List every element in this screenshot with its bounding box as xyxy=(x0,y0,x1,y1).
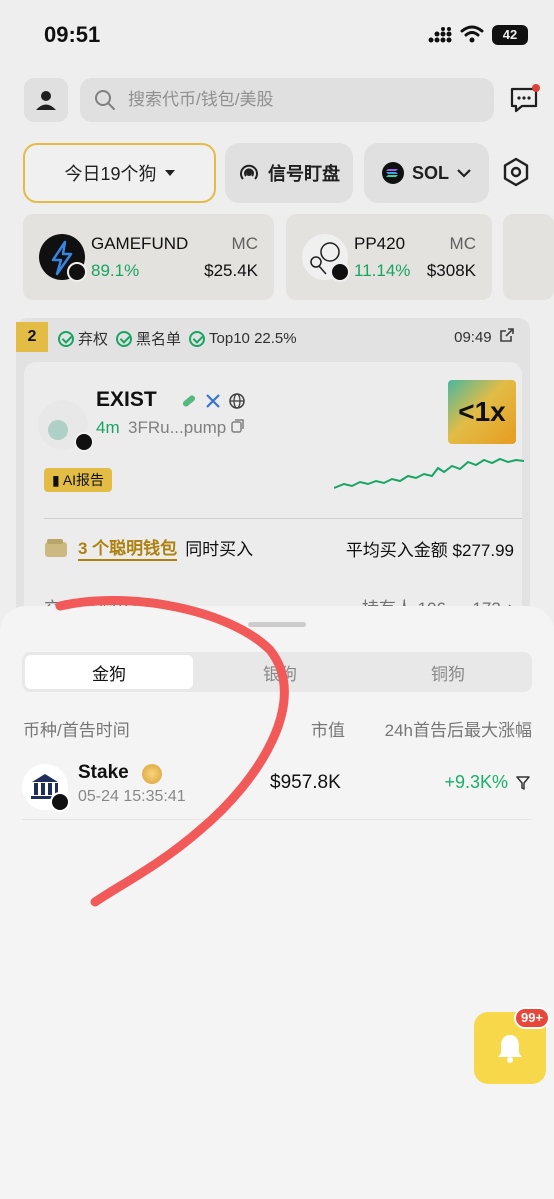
settings-icon[interactable] xyxy=(501,157,531,187)
status-time: 09:51 xyxy=(44,22,101,47)
ticker-cap: $25.4K xyxy=(204,261,258,280)
bell-icon xyxy=(498,1035,522,1063)
table-row[interactable]: Stake 05-24 15:35:41 $957.8K +9.3K% xyxy=(22,754,532,820)
message-unread-dot xyxy=(532,84,540,92)
col-market-cap: 市值 xyxy=(311,721,345,740)
safety-flags: 弃权 黑名单 Top10 22.5% xyxy=(58,328,297,349)
token-address[interactable]: 3FRu...pump xyxy=(128,418,245,438)
card-divider xyxy=(44,518,522,519)
token-card[interactable]: 2 弃权 黑名单 Top10 22.5% 09:49 EXIST 4m 3FRu… xyxy=(16,318,530,618)
check-circle-icon xyxy=(58,330,74,347)
tier-tabs: 金狗 银狗 铜狗 xyxy=(22,652,532,692)
globe-icon[interactable] xyxy=(228,392,246,410)
avg-buy-amount: 平均买入金额 $277.99 xyxy=(345,541,514,560)
daily-dogs-label: 今日19个狗 xyxy=(64,164,157,184)
filter-row: 今日19个狗 信号盯盘 SOL xyxy=(23,143,539,203)
search-icon xyxy=(95,90,115,110)
solana-badge-icon xyxy=(330,262,350,282)
check-circle-icon xyxy=(116,330,133,347)
solana-badge-icon xyxy=(67,262,87,282)
flag-blacklist: 黑名单 xyxy=(116,328,181,349)
wallet-icon xyxy=(45,538,67,557)
daily-dogs-dropdown[interactable]: 今日19个狗 xyxy=(23,143,216,203)
caret-down-icon xyxy=(164,170,175,176)
external-link-icon[interactable] xyxy=(500,328,514,342)
price-sparkline xyxy=(334,457,524,489)
x-twitter-icon[interactable] xyxy=(204,392,222,410)
row-first-call-time: 05-24 15:35:41 xyxy=(78,788,186,805)
ticker-change: 11.14% xyxy=(354,261,411,280)
flag-top10: Top10 22.5% xyxy=(189,328,297,349)
token-links xyxy=(180,392,246,410)
solana-badge-icon xyxy=(50,792,70,812)
token-card-body: EXIST 4m 3FRu...pump <1x ▮ AI报告 3 个聪明钱包 … xyxy=(24,362,524,618)
signal-watch-button[interactable]: 信号盯盘 xyxy=(225,143,353,203)
solana-badge-icon xyxy=(74,432,94,452)
chevron-down-icon xyxy=(457,168,471,178)
ticker-name: GAMEFUND xyxy=(91,234,189,253)
signal-watch-label: 信号盯盘 xyxy=(268,164,340,184)
ticker-mc-label: MC xyxy=(449,234,476,253)
smart-wallet-suffix: 同时买入 xyxy=(185,540,254,559)
row-token-name: Stake xyxy=(78,762,129,783)
ticker-mc-label: MC xyxy=(231,234,258,253)
tab-silver[interactable]: 银狗 xyxy=(196,652,364,692)
pill-icon[interactable] xyxy=(180,392,198,410)
ai-report-button[interactable]: ▮ AI报告 xyxy=(44,468,113,492)
rank-badge: 2 xyxy=(16,322,48,352)
wifi-icon xyxy=(460,25,484,43)
ticker-change: 89.1% xyxy=(91,261,140,280)
notification-badge: 99+ xyxy=(514,1007,551,1029)
token-name: EXIST xyxy=(96,388,157,411)
token-age: 4m xyxy=(96,418,120,437)
col-token-time: 币种/首告时间 xyxy=(23,721,130,740)
gold-medal-icon xyxy=(142,764,162,784)
row-max-gain: +9.3K% xyxy=(444,772,508,792)
cellular-signal-icon xyxy=(428,27,452,43)
row-market-cap: $957.8K xyxy=(270,772,341,793)
ticker-name: PP420 xyxy=(354,234,406,253)
col-max-gain: 24h首告后最大涨幅 xyxy=(384,721,532,740)
ticker-cap: $308K xyxy=(426,261,476,280)
ticker-card-partial[interactable] xyxy=(503,214,554,300)
bottom-sheet: 金狗 银狗 铜狗 币种/首告时间 市值 24h首告后最大涨幅 Stake 05-… xyxy=(0,606,554,1199)
solana-icon xyxy=(381,162,404,184)
smart-wallet-count: 3 个聪明钱包 xyxy=(78,534,178,561)
sheet-handle[interactable] xyxy=(248,622,306,627)
tab-bronze[interactable]: 铜狗 xyxy=(364,652,532,692)
search-input[interactable] xyxy=(128,78,478,122)
tab-gold[interactable]: 金狗 xyxy=(25,655,193,689)
ticker-card-gamefund[interactable]: GAMEFUND MC 89.1% $25.4K xyxy=(23,214,274,300)
top-bar xyxy=(24,78,540,122)
filter-funnel-icon[interactable] xyxy=(516,776,530,790)
smart-wallets-row[interactable]: 3 个聪明钱包 同时买入 xyxy=(44,534,253,561)
search-bar[interactable] xyxy=(80,78,494,122)
check-circle-icon xyxy=(189,330,206,347)
multiplier-badge: <1x xyxy=(448,380,516,444)
battery-indicator: 42 xyxy=(492,25,528,45)
profile-button[interactable] xyxy=(24,78,68,122)
chain-selector[interactable]: SOL xyxy=(364,143,489,203)
ticker-card-pp420[interactable]: PP420 MC 11.14% $308K xyxy=(286,214,492,300)
copy-icon[interactable] xyxy=(231,419,245,433)
radar-icon xyxy=(240,164,258,180)
user-icon xyxy=(36,91,56,110)
status-bar: 09:51 42 xyxy=(0,0,554,70)
chain-label: SOL xyxy=(411,162,449,183)
card-time: 09:49 xyxy=(454,328,514,346)
flag-renounced: 弃权 xyxy=(58,328,108,349)
